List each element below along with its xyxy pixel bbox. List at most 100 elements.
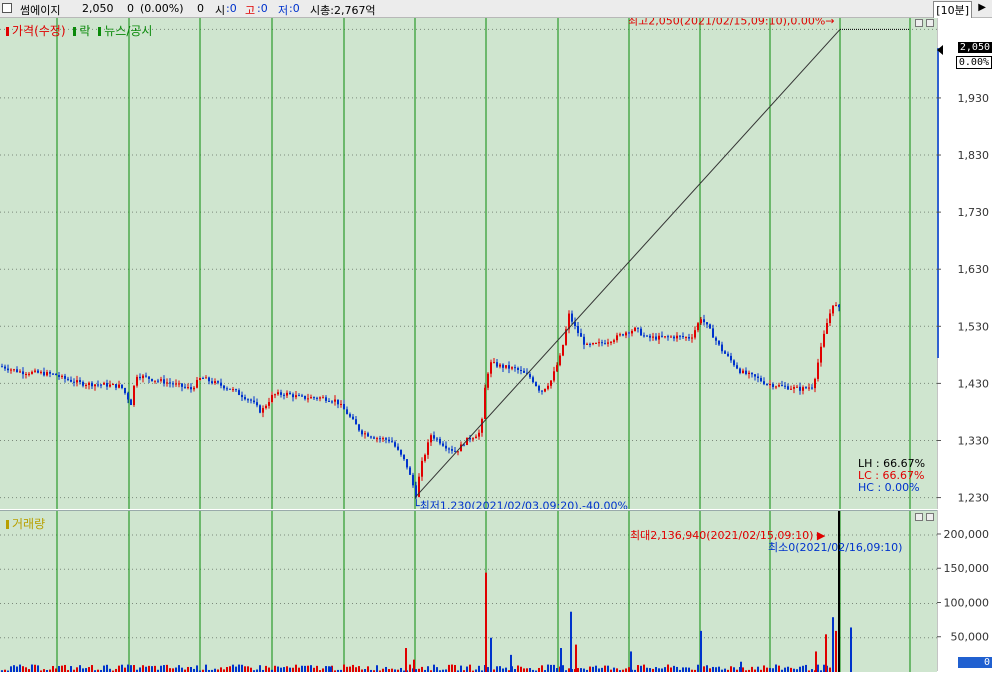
price-candle [394, 442, 396, 447]
volume-bar [250, 667, 252, 672]
period-selector[interactable]: [10분] [933, 1, 972, 19]
volume-bar [196, 665, 198, 672]
volume-bar [730, 666, 732, 672]
price-candle [673, 336, 675, 339]
price-candle [217, 381, 219, 383]
volume-bar [709, 668, 711, 672]
volume-bar [652, 668, 654, 672]
price-candle [352, 416, 354, 420]
volume-bar [664, 667, 666, 672]
volume-panel-close-icon[interactable] [926, 513, 934, 521]
price-candle [385, 438, 387, 440]
price-candle [139, 376, 141, 379]
volume-bar [385, 666, 387, 672]
price-chart-panel[interactable]: 최고2,050(2021/02/15,09:10),0.00%→ └최저1,230… [0, 18, 937, 509]
price-candle [175, 383, 177, 385]
volume-bar [226, 666, 228, 672]
price-candle [688, 337, 690, 339]
price-candle [160, 379, 162, 381]
volume-panel-maximize-icon[interactable] [915, 513, 923, 521]
price-candle [31, 371, 33, 374]
price-candle [367, 433, 369, 437]
volume-bar [685, 667, 687, 672]
volume-bar [724, 668, 726, 672]
price-candle [82, 381, 84, 386]
stock-name[interactable]: 썸에이지 [20, 2, 60, 18]
price-candle [694, 330, 696, 338]
price-candle [556, 365, 558, 372]
price-candle [493, 362, 495, 364]
volume-bar [373, 670, 375, 672]
price-axis[interactable]: 1,930 1,830 1,730 1,630 1,530 1,430 1,330 1,230… [936, 18, 992, 509]
price-candle [229, 388, 231, 390]
drop-legend-label[interactable]: 락 [79, 24, 90, 38]
price-candle [388, 439, 390, 442]
volume-bar [628, 667, 630, 672]
volume-spike-bar [330, 666, 332, 672]
scroll-right-icon[interactable]: ▶ [978, 2, 986, 13]
volume-axis[interactable]: 200,000 150,000 100,000 50,000 0 [936, 510, 992, 671]
price-candle [58, 375, 60, 377]
news-legend-label[interactable]: 뉴스/공시 [104, 24, 152, 38]
price-candle [823, 333, 825, 347]
volume-chart-svg[interactable]: 최대2,136,940(2021/02/15,09:10) ▶최소0(2021/… [0, 511, 937, 672]
price-candle [271, 394, 273, 403]
price-candle [838, 305, 840, 308]
price-candle [604, 343, 606, 345]
price-candle [277, 392, 279, 395]
price-tick-label: 1,530 [958, 320, 990, 333]
price-candle [358, 424, 360, 431]
price-candle [490, 362, 492, 374]
price-candle [208, 377, 210, 382]
price-candle [22, 371, 24, 375]
price-candle [751, 372, 753, 375]
price-candle [676, 335, 678, 339]
price-chart-svg[interactable]: 최고2,050(2021/02/15,09:10),0.00%→ └최저1,230… [0, 18, 937, 509]
select-checkbox[interactable] [2, 3, 12, 13]
panel-close-icon[interactable] [926, 19, 934, 27]
price-candle [502, 364, 504, 368]
volume-bar [478, 665, 480, 672]
volume-legend-label[interactable]: 거래량 [12, 517, 45, 531]
volume-bar [460, 665, 462, 672]
price-candle [115, 384, 117, 388]
volume-tick-label: 150,000 [944, 562, 990, 575]
price-candle [559, 355, 561, 366]
price-candle [79, 380, 81, 382]
volume-bar [661, 668, 663, 672]
price-candle [373, 437, 375, 439]
volume-bar [151, 666, 153, 672]
panel-maximize-icon[interactable] [915, 19, 923, 27]
volume-spike-bar [570, 611, 572, 672]
volume-bar [712, 666, 714, 672]
volume-spike-bar [815, 651, 817, 672]
low-annotation: └최저1,230(2021/02/03,09:20),-40.00% [413, 499, 628, 509]
price-candle [196, 380, 198, 388]
price-candle [265, 405, 267, 409]
price-candle [538, 385, 540, 391]
price-candle [88, 382, 90, 385]
price-candle [133, 385, 135, 406]
price-candle [7, 368, 9, 371]
price-candle [535, 382, 537, 386]
price-candle [322, 397, 324, 399]
volume-bar [286, 666, 288, 672]
volume-bar [508, 670, 510, 672]
volume-bar [37, 665, 39, 672]
price-candle [643, 335, 645, 337]
price-candle [649, 335, 651, 338]
price-legend-label[interactable]: 가격(수정) [12, 24, 66, 38]
volume-bar [61, 665, 63, 672]
price-candle [73, 381, 75, 383]
price-candle [541, 390, 543, 392]
price-candle [763, 381, 765, 385]
price-candle [703, 319, 705, 323]
volume-chart-panel[interactable]: 최대2,136,940(2021/02/15,09:10) ▶ 최소0(2021/… [0, 510, 937, 672]
volume-bar [658, 668, 660, 672]
volume-bar [304, 665, 306, 672]
price-candle [454, 450, 456, 452]
volume-bar [316, 665, 318, 672]
price-candle [67, 378, 69, 380]
volume-bar [355, 667, 357, 672]
current-price-tag: 2,050 [957, 42, 992, 53]
